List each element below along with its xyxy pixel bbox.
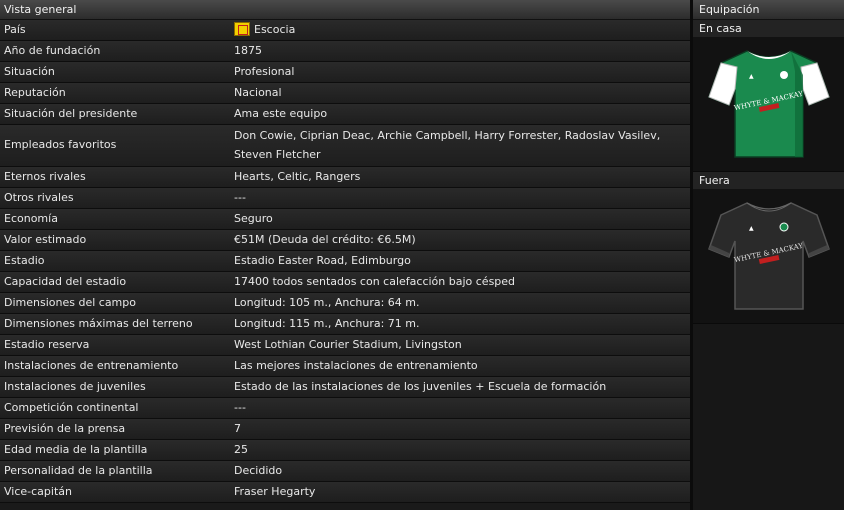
country-name[interactable]: Escocia — [254, 23, 295, 36]
row-label: Dimensiones del campo — [4, 296, 136, 309]
info-row-reputation: Reputación Nacional — [0, 83, 690, 104]
kits-header: Equipación — [693, 0, 844, 20]
row-label: Valor estimado — [4, 233, 87, 246]
row-label: Personalidad de la plantilla — [4, 464, 153, 477]
row-value: --- — [234, 191, 246, 204]
row-value: 25 — [234, 443, 248, 456]
row-label: Capacidad del estadio — [4, 275, 127, 288]
info-row-stadium: Estadio Estadio Easter Road, Edimburgo — [0, 251, 690, 272]
row-label: Empleados favoritos — [4, 138, 117, 151]
away-shirt-icon: ▲ WHYTE & MACKAY — [707, 202, 830, 310]
svg-text:▲: ▲ — [749, 225, 754, 232]
row-label: País — [4, 23, 26, 36]
row-value: €51M (Deuda del crédito: €6.5M) — [234, 233, 416, 246]
info-row-value: Valor estimado €51M (Deuda del crédito: … — [0, 230, 690, 251]
row-label: Estadio reserva — [4, 338, 90, 351]
info-row-training-facilities: Instalaciones de entrenamiento Las mejor… — [0, 356, 690, 377]
row-label: Año de fundación — [4, 44, 101, 57]
row-value[interactable]: Estadio Easter Road, Edimburgo — [234, 251, 686, 271]
row-label: Vice-capitán — [4, 485, 72, 498]
row-label: Dimensiones máximas del terreno — [4, 317, 193, 330]
row-label: Edad media de la plantilla — [4, 443, 148, 456]
row-value[interactable]: Don Cowie, Ciprian Deac, Archie Campbell… — [234, 126, 686, 164]
info-row-favourite-staff: Empleados favoritos Don Cowie, Ciprian D… — [0, 125, 690, 167]
info-row-status: Situación Profesional — [0, 62, 690, 83]
row-label: Instalaciones de juveniles — [4, 380, 146, 393]
info-row-pitch-size: Dimensiones del campo Longitud: 105 m., … — [0, 293, 690, 314]
row-value: Longitud: 105 m., Anchura: 64 m. — [234, 296, 420, 309]
home-kit[interactable]: ▲ WHYTE & MACKAY — [693, 37, 844, 172]
row-label: Reputación — [4, 86, 66, 99]
info-row-capacity: Capacidad del estadio 17400 todos sentad… — [0, 272, 690, 293]
info-row-country: País Escocia — [0, 20, 690, 41]
row-label: Instalaciones de entrenamiento — [4, 359, 179, 372]
row-value: Decidido — [234, 464, 283, 477]
svg-text:▲: ▲ — [749, 73, 754, 80]
kits-panel: Equipación En casa ▲ WHYTE & MACKAY Fuer… — [693, 0, 844, 510]
row-label: Otros rivales — [4, 191, 74, 204]
row-value: Ama este equipo — [234, 107, 328, 120]
overview-panel: Vista general País Escocia Año de fundac… — [0, 0, 690, 510]
row-value: Seguro — [234, 212, 273, 225]
row-value[interactable]: Hearts, Celtic, Rangers — [234, 167, 686, 187]
row-value: 1875 — [234, 44, 262, 57]
row-label: Situación — [4, 65, 55, 78]
row-label: Economía — [4, 212, 58, 225]
info-row-youth-facilities: Instalaciones de juveniles Estado de las… — [0, 377, 690, 398]
info-row-other-rivals: Otros rivales --- — [0, 188, 690, 209]
row-value: 7 — [234, 422, 241, 435]
info-row-reserve-stadium: Estadio reserva West Lothian Courier Sta… — [0, 335, 690, 356]
info-row-finances: Economía Seguro — [0, 209, 690, 230]
info-row-founded: Año de fundación 1875 — [0, 41, 690, 62]
info-row-max-pitch-size: Dimensiones máximas del terreno Longitud… — [0, 314, 690, 335]
row-label: Eternos rivales — [4, 170, 86, 183]
row-label: Previsión de la prensa — [4, 422, 126, 435]
row-value: 17400 todos sentados con calefacción baj… — [234, 275, 516, 288]
info-row-squad-personality: Personalidad de la plantilla Decidido — [0, 461, 690, 482]
info-row-vice-captain: Vice-capitán Fraser Hegarty — [0, 482, 690, 503]
flag-icon — [234, 22, 250, 36]
row-value: Estado de las instalaciones de los juven… — [234, 380, 607, 393]
away-kit-label: Fuera — [693, 172, 844, 189]
row-value[interactable]: Escocia — [234, 20, 686, 40]
info-row-media-prediction: Previsión de la prensa 7 — [0, 419, 690, 440]
home-kit-label: En casa — [693, 20, 844, 37]
away-kit[interactable]: ▲ WHYTE & MACKAY — [693, 189, 844, 324]
row-value: Longitud: 115 m., Anchura: 71 m. — [234, 317, 420, 330]
info-row-chairman-status: Situación del presidente Ama este equipo — [0, 104, 690, 125]
row-label: Competición continental — [4, 401, 139, 414]
row-value: Profesional — [234, 65, 295, 78]
row-value[interactable]: West Lothian Courier Stadium, Livingston — [234, 335, 686, 355]
info-row-average-age: Edad media de la plantilla 25 — [0, 440, 690, 461]
info-row-rivals: Eternos rivales Hearts, Celtic, Rangers — [0, 167, 690, 188]
row-label: Situación del presidente — [4, 107, 138, 120]
row-label: Estadio — [4, 254, 45, 267]
overview-header: Vista general — [0, 0, 690, 20]
row-value: Las mejores instalaciones de entrenamien… — [234, 359, 478, 372]
info-row-continental-competition: Competición continental --- — [0, 398, 690, 419]
row-value: Nacional — [234, 86, 282, 99]
row-value: --- — [234, 401, 246, 414]
row-value[interactable]: Fraser Hegarty — [234, 482, 686, 502]
home-shirt-icon: ▲ WHYTE & MACKAY — [707, 50, 830, 158]
